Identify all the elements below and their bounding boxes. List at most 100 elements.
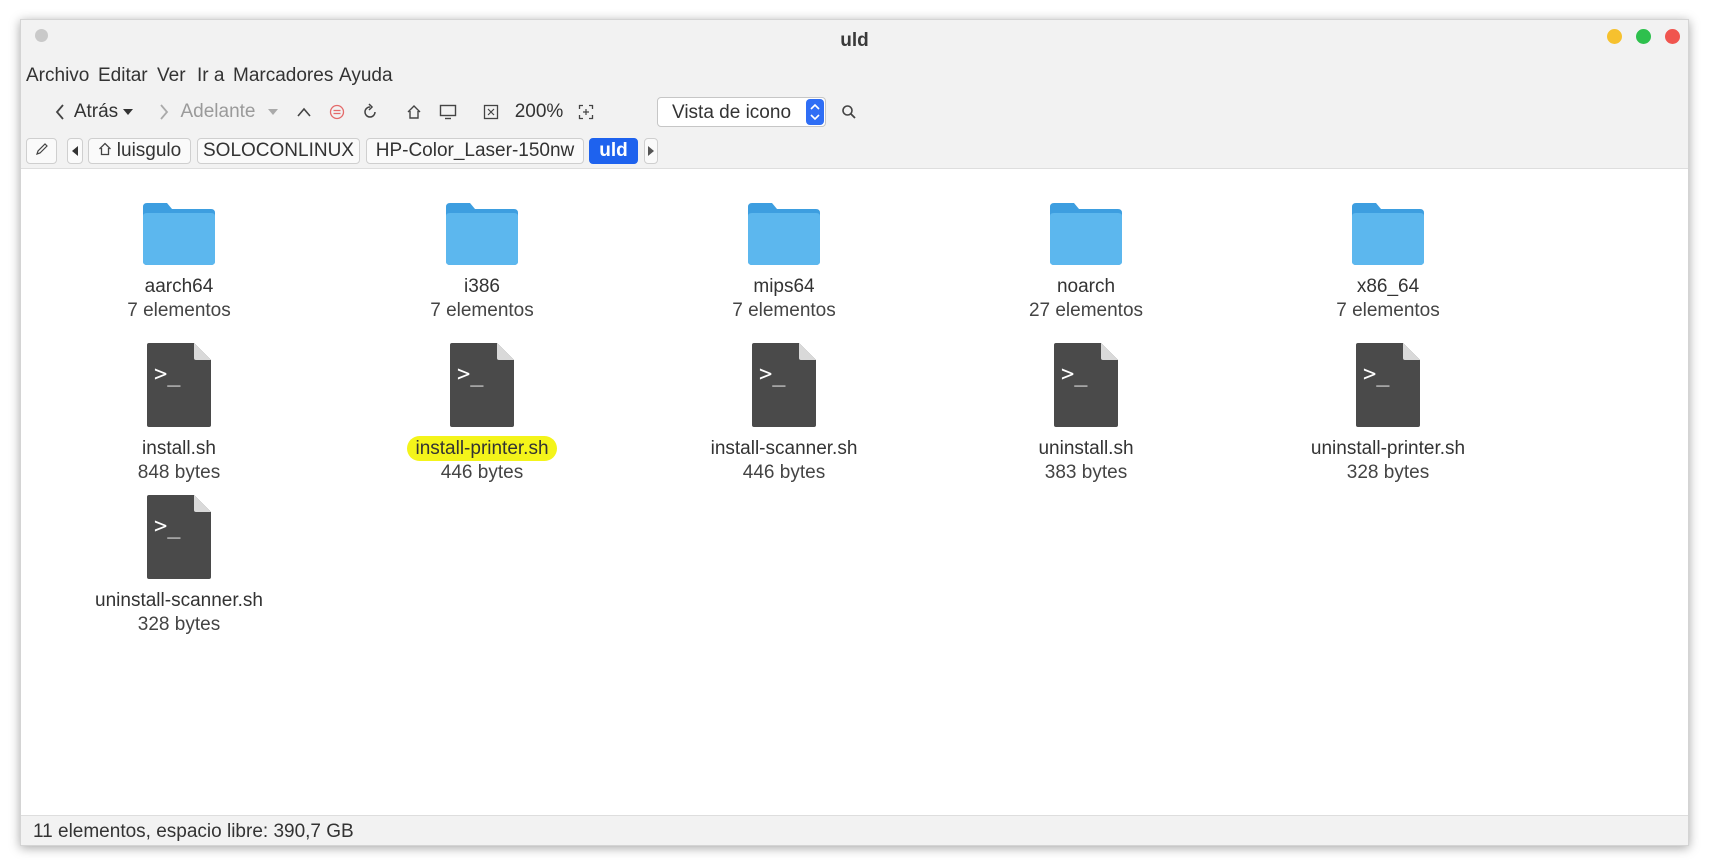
up-button[interactable] (291, 92, 317, 132)
menu-archivo[interactable]: Archivo (26, 65, 89, 87)
item-meta: 7 elementos (1336, 300, 1440, 321)
forward-history-dropdown[interactable] (261, 92, 285, 132)
zoom-out-button[interactable] (478, 92, 504, 132)
item-name: install.sh (142, 438, 216, 459)
script-file-item[interactable]: >_ install-scanner.sh 446 bytes (664, 341, 904, 485)
minimize-button[interactable] (1607, 29, 1622, 44)
back-label: Atrás (73, 101, 119, 122)
title-bar[interactable]: uld (21, 20, 1688, 58)
svg-text:>_: >_ (1363, 362, 1390, 387)
script-file-item[interactable]: >_ uninstall-scanner.sh 328 bytes (59, 493, 299, 637)
caret-down-icon (268, 109, 278, 115)
item-meta: 328 bytes (137, 614, 221, 635)
breadcrumb-luisgulo[interactable]: luisgulo (88, 138, 191, 164)
item-name: i386 (464, 276, 500, 297)
item-meta: 383 bytes (1044, 462, 1128, 483)
zoom-in-button[interactable] (573, 92, 599, 132)
select-arrows-icon (806, 99, 824, 125)
path-scroll-left[interactable] (67, 138, 83, 164)
item-name: install-printer.sh (362, 436, 602, 461)
folder-icon (1050, 203, 1122, 265)
item-meta: 446 bytes (742, 462, 826, 483)
terminal-script-icon: >_ (1054, 343, 1118, 427)
menu-ayuda[interactable]: Ayuda (339, 65, 393, 87)
svg-text:>_: >_ (154, 514, 181, 539)
close-button[interactable] (1665, 29, 1680, 44)
pencil-icon (35, 140, 49, 162)
chevron-up-icon (296, 106, 312, 118)
svg-text:>_: >_ (1061, 362, 1088, 387)
menu-bar: Archivo Editar Ver Ir a Marcadores Ayuda (21, 58, 1688, 92)
search-icon (841, 104, 857, 120)
home-icon (98, 140, 112, 162)
item-meta: 446 bytes (440, 462, 524, 483)
item-meta: 7 elementos (732, 300, 836, 321)
menu-marcadores[interactable]: Marcadores (233, 65, 333, 87)
terminal-script-icon: >_ (147, 343, 211, 427)
status-bar: 11 elementos, espacio libre: 390,7 GB (21, 815, 1688, 845)
svg-text:>_: >_ (154, 362, 181, 387)
folder-item[interactable]: i386 7 elementos (362, 199, 602, 323)
reload-icon (361, 103, 379, 121)
breadcrumb-uld[interactable]: uld (589, 138, 638, 164)
menu-ir-a[interactable]: Ir a (197, 65, 224, 87)
breadcrumb-soloconlinux[interactable]: SOLOCONLINUX (197, 138, 360, 164)
reload-button[interactable] (357, 92, 383, 132)
breadcrumb-hp-color-laser[interactable]: HP-Color_Laser-150nw (366, 138, 584, 164)
folder-icon (143, 203, 215, 265)
terminal-script-icon: >_ (450, 343, 514, 427)
zoom-level[interactable]: 200% (509, 92, 569, 132)
item-name: mips64 (753, 276, 815, 297)
toolbar: Atrás Adelante 200% Vista de icono (21, 92, 1688, 132)
caret-left-icon (72, 140, 78, 162)
path-scroll-right[interactable] (644, 138, 658, 164)
monitor-icon (439, 104, 457, 120)
folder-item[interactable]: x86_64 7 elementos (1268, 199, 1508, 323)
folder-icon (748, 203, 820, 265)
breadcrumb-label: luisgulo (116, 140, 182, 161)
maximize-button[interactable] (1636, 29, 1651, 44)
item-meta: 848 bytes (137, 462, 221, 483)
item-name: uninstall-scanner.sh (95, 590, 263, 611)
home-button[interactable] (401, 92, 427, 132)
stop-button[interactable] (324, 92, 350, 132)
stop-icon (329, 104, 345, 120)
folder-item[interactable]: aarch64 7 elementos (59, 199, 299, 323)
breadcrumb-label: HP-Color_Laser-150nw (375, 140, 575, 161)
item-name: noarch (1056, 276, 1116, 297)
svg-text:>_: >_ (457, 362, 484, 387)
highlighted-filename: install-printer.sh (407, 436, 557, 461)
folder-item[interactable]: mips64 7 elementos (664, 199, 904, 323)
breadcrumb-label: SOLOCONLINUX (203, 140, 354, 161)
menu-ver[interactable]: Ver (157, 65, 186, 87)
view-mode-select[interactable]: Vista de icono (657, 97, 826, 127)
caret-right-icon (648, 140, 654, 162)
icon-view: aarch64 7 elementos i386 7 elementos mip… (21, 169, 1688, 815)
item-name: x86_64 (1356, 276, 1420, 297)
script-file-item[interactable]: >_ install.sh 848 bytes (59, 341, 299, 485)
script-file-item[interactable]: >_ uninstall-printer.sh 328 bytes (1268, 341, 1508, 485)
item-name: uninstall.sh (1038, 438, 1134, 459)
edit-location-button[interactable] (26, 138, 57, 164)
forward-button[interactable]: Adelante (147, 92, 267, 132)
script-file-item[interactable]: >_ install-printer.sh 446 bytes (362, 341, 602, 485)
menu-editar[interactable]: Editar (98, 65, 148, 87)
path-bar: luisgulo SOLOCONLINUX HP-Color_Laser-150… (21, 132, 1688, 169)
item-meta: 328 bytes (1346, 462, 1430, 483)
item-name: aarch64 (144, 276, 214, 297)
search-button[interactable] (836, 92, 862, 132)
status-text: 11 elementos, espacio libre: 390,7 GB (33, 821, 354, 842)
svg-text:>_: >_ (759, 362, 786, 387)
script-file-item[interactable]: >_ uninstall.sh 383 bytes (966, 341, 1206, 485)
computer-button[interactable] (435, 92, 461, 132)
chevron-right-icon (158, 103, 170, 121)
item-meta: 7 elementos (127, 300, 231, 321)
back-history-dropdown[interactable] (116, 92, 140, 132)
breadcrumb-label: uld (599, 140, 628, 161)
item-name: install-scanner.sh (710, 438, 858, 459)
terminal-script-icon: >_ (147, 495, 211, 579)
home-icon (406, 104, 422, 120)
item-name: uninstall-printer.sh (1310, 438, 1466, 459)
folder-item[interactable]: noarch 27 elementos (966, 199, 1206, 323)
terminal-script-icon: >_ (1356, 343, 1420, 427)
